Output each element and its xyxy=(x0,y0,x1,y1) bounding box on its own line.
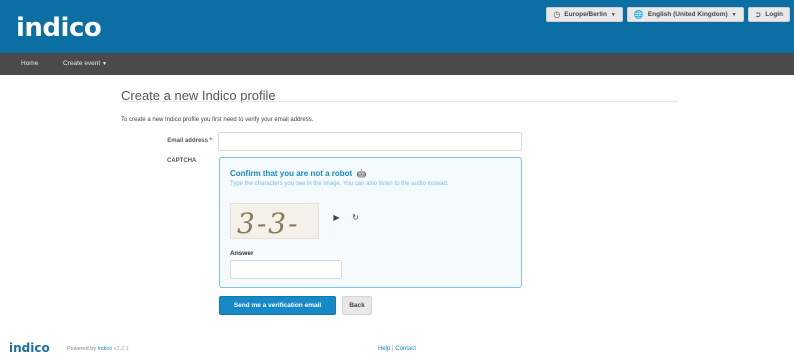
indico-logo[interactable]: indico xyxy=(16,12,102,44)
refresh-icon[interactable]: ↻ xyxy=(349,211,362,224)
powered-link[interactable]: Indico xyxy=(98,346,113,352)
chevron-down-icon: ▼ xyxy=(731,11,737,18)
play-icon[interactable]: ▶ xyxy=(330,211,343,224)
login-icon: ➲ xyxy=(754,10,762,19)
timezone-selector[interactable]: ◷ Europe/Berlin ▼ xyxy=(546,7,623,22)
captcha-title: Confirm that you are not a robot 🤖 xyxy=(230,169,366,178)
nav-item-create-event-label: Create event xyxy=(63,60,101,67)
top-toolbar: ◷ Europe/Berlin ▼ 🌐 English (United King… xyxy=(546,7,790,22)
version-text: v3.2.1 xyxy=(113,346,129,352)
intro-text: To create a new Indico profile you first… xyxy=(121,117,314,123)
chevron-down-icon: ▼ xyxy=(610,11,616,18)
contact-link[interactable]: Contact xyxy=(395,346,416,352)
send-verification-button[interactable]: Send me a verification email xyxy=(219,296,336,315)
email-label: Email address * xyxy=(167,138,212,144)
answer-field[interactable] xyxy=(230,260,342,279)
robot-icon: 🤖 xyxy=(356,169,367,178)
chevron-down-icon: ▼ xyxy=(102,61,107,67)
captcha-subtitle: Type the characters you see in the image… xyxy=(230,181,449,187)
email-field[interactable] xyxy=(218,132,522,151)
login-button[interactable]: ➲ Login xyxy=(747,7,790,22)
captcha-image-text: 3-3-33 xyxy=(237,207,300,239)
logo-text: indico xyxy=(16,13,102,43)
required-marker: * xyxy=(209,138,212,144)
clock-icon: ◷ xyxy=(553,10,561,19)
powered-by: Powered by Indico v3.2.1 xyxy=(67,346,129,352)
login-label: Login xyxy=(765,11,783,18)
captcha-panel: Confirm that you are not a robot 🤖 Type … xyxy=(219,157,522,288)
powered-prefix: Powered by xyxy=(67,346,97,352)
back-button[interactable]: Back xyxy=(342,296,372,315)
nav-item-create-event[interactable]: Create event ▼ xyxy=(63,53,107,75)
title-divider xyxy=(121,101,678,102)
nav-item-home[interactable]: Home xyxy=(21,53,38,75)
timezone-label: Europe/Berlin xyxy=(564,11,607,18)
email-label-text: Email address xyxy=(167,138,208,144)
site-header: indico ◷ Europe/Berlin ▼ 🌐 English (Unit… xyxy=(0,0,794,53)
answer-label: Answer xyxy=(230,250,254,257)
globe-icon: 🌐 xyxy=(633,10,644,19)
footer-logo[interactable]: indico xyxy=(9,341,50,355)
captcha-controls: ▶ ↻ xyxy=(330,211,362,224)
captcha-image: 3-3-33 xyxy=(230,203,319,239)
main-navbar: Home Create event ▼ xyxy=(0,53,794,75)
captcha-title-text: Confirm that you are not a robot xyxy=(230,169,353,178)
language-label: English (United Kingdom) xyxy=(647,11,728,18)
help-link[interactable]: Help xyxy=(378,346,390,352)
footer-links: Help | Contact xyxy=(378,346,416,352)
captcha-label: CAPTCHA xyxy=(167,158,197,164)
language-selector[interactable]: 🌐 English (United Kingdom) ▼ xyxy=(626,7,744,22)
footer-separator: | xyxy=(392,346,394,352)
